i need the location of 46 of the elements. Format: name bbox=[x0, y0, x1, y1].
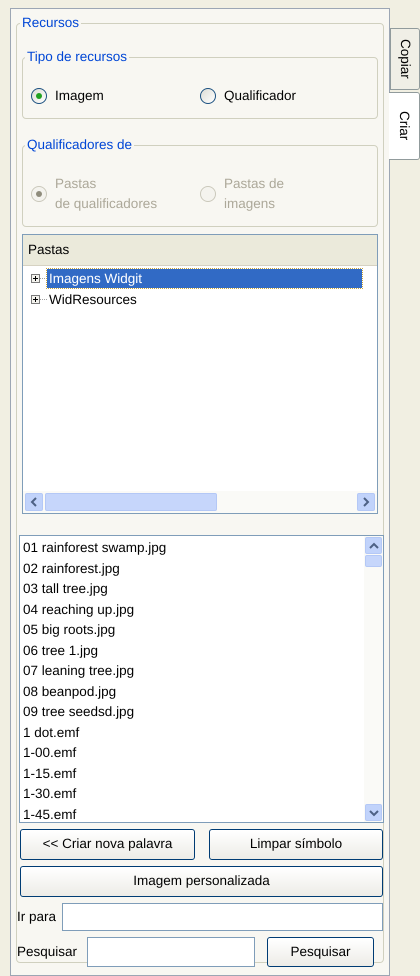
radio-label: Imagem bbox=[55, 86, 104, 105]
vertical-scrollbar[interactable] bbox=[364, 536, 383, 822]
file-item[interactable]: 09 tree seedsd.jpg bbox=[23, 702, 364, 722]
column-header: Pastas bbox=[23, 235, 377, 266]
file-item[interactable]: 1-00.emf bbox=[23, 743, 364, 764]
group-title: Qualificadores de bbox=[26, 136, 134, 154]
file-item[interactable]: 01 rainforest swamp.jpg bbox=[23, 538, 364, 558]
file-item[interactable]: 05 big roots.jpg bbox=[23, 620, 364, 640]
radio-button[interactable] bbox=[200, 88, 216, 104]
scroll-thumb[interactable] bbox=[45, 493, 217, 512]
clear-symbol-button[interactable]: Limpar símbolo bbox=[209, 829, 383, 860]
go-to-field[interactable] bbox=[62, 903, 383, 931]
file-item[interactable]: 06 tree 1.jpg bbox=[23, 640, 364, 661]
create-word-button[interactable]: << Criar nova palavra bbox=[20, 829, 195, 860]
tab[interactable]: Copiar bbox=[390, 28, 420, 90]
tab[interactable]: Criar bbox=[389, 92, 420, 160]
scroll-up-button[interactable] bbox=[365, 537, 382, 554]
scroll-right-button[interactable] bbox=[357, 493, 375, 512]
field-label: Ir para bbox=[17, 908, 56, 926]
scroll-left-button[interactable] bbox=[25, 493, 43, 512]
expand-icon[interactable] bbox=[31, 274, 47, 284]
radio-label: Qualificador bbox=[224, 86, 296, 104]
horizontal-scrollbar[interactable] bbox=[23, 491, 377, 514]
scroll-thumb[interactable] bbox=[365, 555, 382, 567]
search-button[interactable]: Pesquisar bbox=[267, 937, 374, 967]
tree-item[interactable]: WidResources bbox=[47, 290, 139, 310]
file-item[interactable]: 1-30.emf bbox=[23, 784, 364, 804]
file-item[interactable]: 03 tall tree.jpg bbox=[23, 579, 364, 600]
file-item[interactable]: 1-45.emf bbox=[23, 804, 364, 825]
file-item[interactable]: 07 leaning tree.jpg bbox=[23, 661, 364, 682]
custom-image-button[interactable]: Imagem personalizada bbox=[20, 866, 383, 897]
file-item[interactable]: 04 reaching up.jpg bbox=[23, 600, 364, 620]
field-label: Pesquisar bbox=[17, 942, 78, 961]
file-item[interactable]: 02 rainforest.jpg bbox=[23, 558, 364, 579]
radio-label: Pastas de qualificadores bbox=[55, 174, 158, 213]
file-item[interactable]: 1-15.emf bbox=[23, 764, 364, 784]
expand-icon[interactable] bbox=[31, 295, 47, 304]
group-title: Recursos bbox=[21, 14, 80, 32]
radio-label: Pastas de imagens bbox=[224, 174, 284, 213]
radio-button[interactable] bbox=[31, 88, 47, 104]
search-field[interactable] bbox=[87, 937, 256, 967]
file-item[interactable]: 1 dot.emf bbox=[23, 722, 364, 743]
scroll-down-button[interactable] bbox=[365, 804, 382, 821]
group-title: Tipo de recursos bbox=[26, 48, 128, 66]
tree-item[interactable]: Imagens Widgit bbox=[47, 269, 362, 288]
file-item[interactable]: 08 beanpod.jpg bbox=[23, 682, 364, 702]
